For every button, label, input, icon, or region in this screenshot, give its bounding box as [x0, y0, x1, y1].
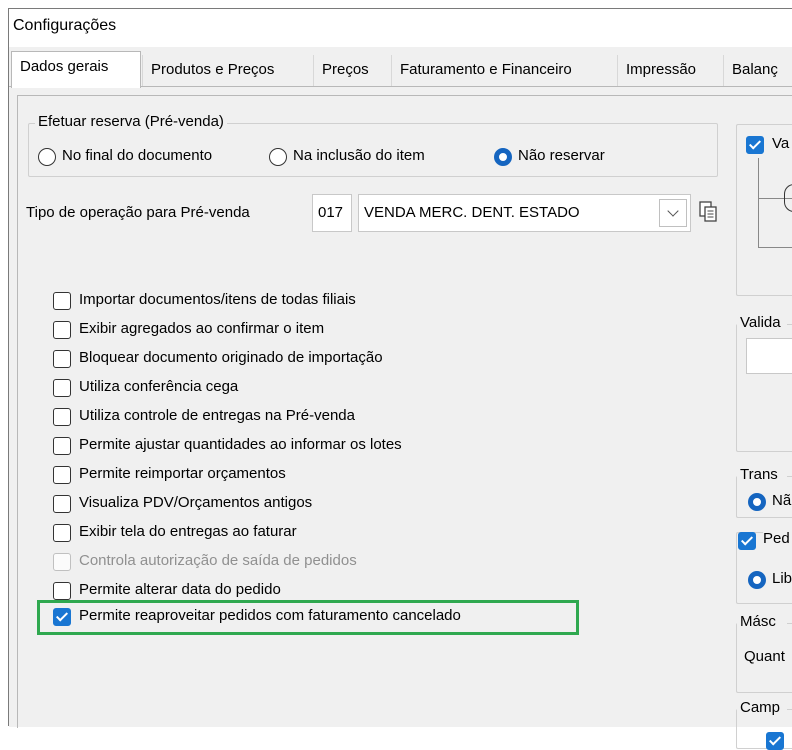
tab-precos[interactable]: Preços	[313, 55, 387, 87]
radio-nao-reservar[interactable]	[494, 148, 512, 166]
radio-na-inclusao-item[interactable]	[269, 148, 287, 166]
tab-faturamento-e-financeiro[interactable]: Faturamento e Financeiro	[391, 55, 613, 87]
label-lib: Lib	[772, 570, 792, 587]
label-quant: Quant	[744, 648, 785, 665]
tab-content: Efetuar reserva (Pré-venda) No final do …	[9, 86, 792, 750]
checkbox-alterar-data-pedido[interactable]	[53, 582, 71, 600]
checkbox-pdv-orcamentos-antigos[interactable]	[53, 495, 71, 513]
checkbox-ped[interactable]	[738, 532, 756, 550]
checkbox-reaproveitar-pedidos[interactable]	[53, 608, 71, 626]
checkbox-autorizacao-saida	[53, 553, 71, 571]
checkbox-camp[interactable]	[766, 732, 784, 750]
tipo-operacao-combo[interactable]: VENDA MERC. DENT. ESTADO	[358, 194, 691, 232]
configuracoes-window: Configurações Dados gerais Produtos e Pr…	[8, 8, 792, 750]
label-reimportar-orcamentos: Permite reimportar orçamentos	[79, 465, 286, 482]
label-ajustar-quantidades: Permite ajustar quantidades ao informar …	[79, 436, 402, 453]
tab-balanca[interactable]: Balanç	[723, 55, 792, 87]
tab-bar: Dados gerais Produtos e Preços Preços Fa…	[9, 47, 792, 88]
checkbox-reimportar-orcamentos[interactable]	[53, 466, 71, 484]
label-trans-nao: Nã	[772, 492, 792, 509]
valida-legend: Valida	[737, 314, 787, 331]
label-reaproveitar-pedidos: Permite reaproveitar pedidos com faturam…	[79, 607, 461, 624]
radio-label-na-inclusao-item: Na inclusão do item	[293, 147, 425, 164]
partial-radio-right	[784, 184, 792, 212]
checkbox-ajustar-quantidades[interactable]	[53, 437, 71, 455]
tree-line-vertical	[758, 158, 759, 248]
tab-produtos-e-precos[interactable]: Produtos e Preços	[142, 55, 308, 87]
radio-label-no-final-documento: No final do documento	[62, 147, 213, 164]
label-controle-entregas: Utiliza controle de entregas na Pré-vend…	[79, 407, 355, 424]
title-bar: Configurações	[9, 9, 792, 47]
valida-field[interactable]: 0	[746, 338, 792, 374]
camp-legend: Camp	[737, 699, 787, 716]
radio-trans-nao[interactable]	[748, 493, 766, 511]
label-conferencia-cega: Utiliza conferência cega	[79, 378, 239, 395]
label-ped: Ped	[763, 530, 792, 547]
checkbox-controle-entregas[interactable]	[53, 408, 71, 426]
chevron-down-icon[interactable]	[659, 199, 687, 227]
label-bloquear-documento: Bloquear documento originado de importaç…	[79, 349, 383, 366]
tab-impressao[interactable]: Impressão	[617, 55, 719, 87]
trans-legend: Trans	[737, 466, 787, 483]
tipo-operacao-value: VENDA MERC. DENT. ESTADO	[364, 204, 580, 221]
checkbox-exibir-agregados[interactable]	[53, 321, 71, 339]
window-title: Configurações	[13, 17, 117, 34]
checkbox-importar-documentos[interactable]	[53, 292, 71, 310]
radio-label-nao-reservar: Não reservar	[518, 147, 605, 164]
copy-document-icon[interactable]	[698, 200, 720, 224]
reserva-legend: Efetuar reserva (Pré-venda)	[35, 113, 227, 130]
label-alterar-data-pedido: Permite alterar data do pedido	[79, 581, 281, 598]
radio-lib[interactable]	[748, 571, 766, 589]
label-autorizacao-saida: Controla autorização de saída de pedidos	[79, 552, 357, 569]
checkbox-conferencia-cega[interactable]	[53, 379, 71, 397]
label-pdv-orcamentos-antigos: Visualiza PDV/Orçamentos antigos	[79, 494, 313, 511]
label-importar-documentos: Importar documentos/itens de todas filia…	[79, 291, 356, 308]
tipo-operacao-code-field[interactable]: 017	[312, 194, 352, 232]
label-va: Va	[772, 135, 790, 152]
tipo-operacao-label: Tipo de operação para Pré-venda	[26, 204, 250, 221]
checkbox-va[interactable]	[746, 136, 764, 154]
tab-dados-gerais[interactable]: Dados gerais	[11, 51, 141, 88]
masc-legend: Másc	[737, 613, 787, 630]
label-exibir-agregados: Exibir agregados ao confirmar o item	[79, 320, 325, 337]
label-tela-entregas: Exibir tela do entregas ao faturar	[79, 523, 297, 540]
checkbox-bloquear-documento[interactable]	[53, 350, 71, 368]
tab-panel: Efetuar reserva (Pré-venda) No final do …	[17, 95, 792, 750]
tree-line-branch-2	[758, 247, 792, 248]
radio-no-final-documento[interactable]	[38, 148, 56, 166]
checkbox-tela-entregas[interactable]	[53, 524, 71, 542]
